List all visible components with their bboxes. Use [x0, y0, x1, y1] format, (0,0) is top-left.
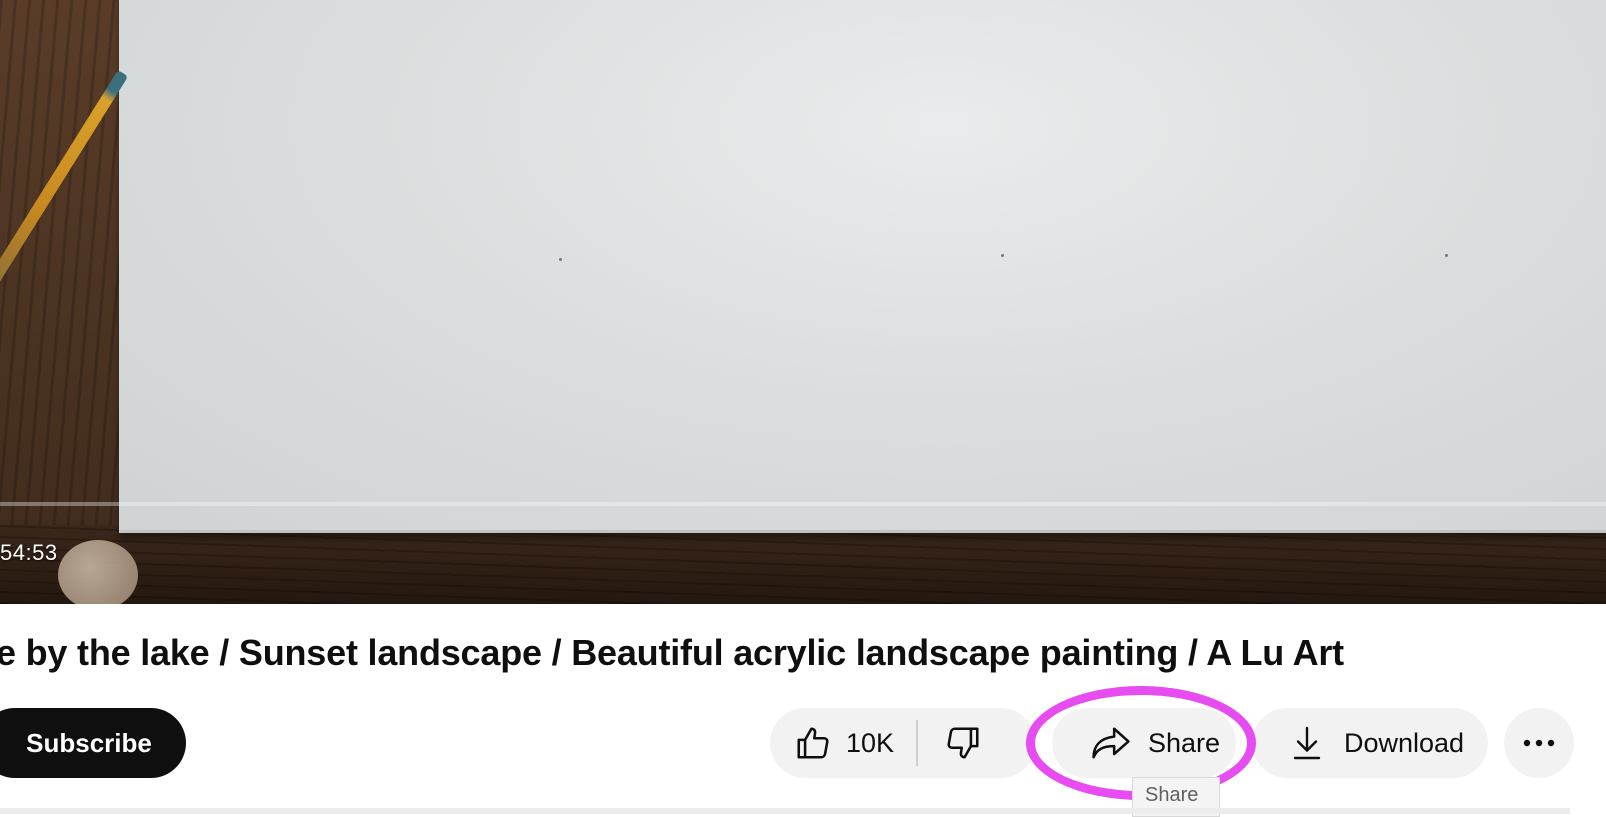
canvas-mark	[1001, 254, 1004, 257]
thumbs-up-icon	[794, 724, 832, 762]
more-actions-button[interactable]	[1504, 708, 1574, 778]
download-icon	[1292, 725, 1322, 761]
share-label: Share	[1148, 727, 1221, 758]
like-button[interactable]: 10K	[770, 720, 919, 766]
video-progress-bar[interactable]	[0, 502, 1606, 506]
canvas-mark	[1445, 254, 1448, 257]
like-dislike-group: 10K	[770, 708, 1036, 778]
like-count: 10K	[846, 727, 895, 758]
video-hand	[58, 540, 138, 604]
video-canvas-board	[119, 0, 1606, 533]
more-horizontal-icon	[1522, 738, 1556, 748]
canvas-mark	[559, 258, 562, 261]
share-arrow-icon	[1090, 724, 1132, 762]
section-divider	[0, 808, 1570, 814]
thumbs-down-icon	[944, 724, 982, 762]
download-button[interactable]: Download	[1252, 708, 1488, 778]
subscribe-button[interactable]: Subscribe	[0, 708, 186, 778]
download-label: Download	[1344, 727, 1465, 758]
video-time-display: 54:53	[0, 540, 58, 565]
share-button[interactable]: Share	[1052, 708, 1236, 778]
video-title: e by the lake / Sunset landscape / Beaut…	[0, 632, 1344, 673]
video-player[interactable]: 54:53	[0, 0, 1606, 604]
video-wood-foreground	[0, 525, 1606, 604]
dislike-button[interactable]	[918, 708, 982, 778]
